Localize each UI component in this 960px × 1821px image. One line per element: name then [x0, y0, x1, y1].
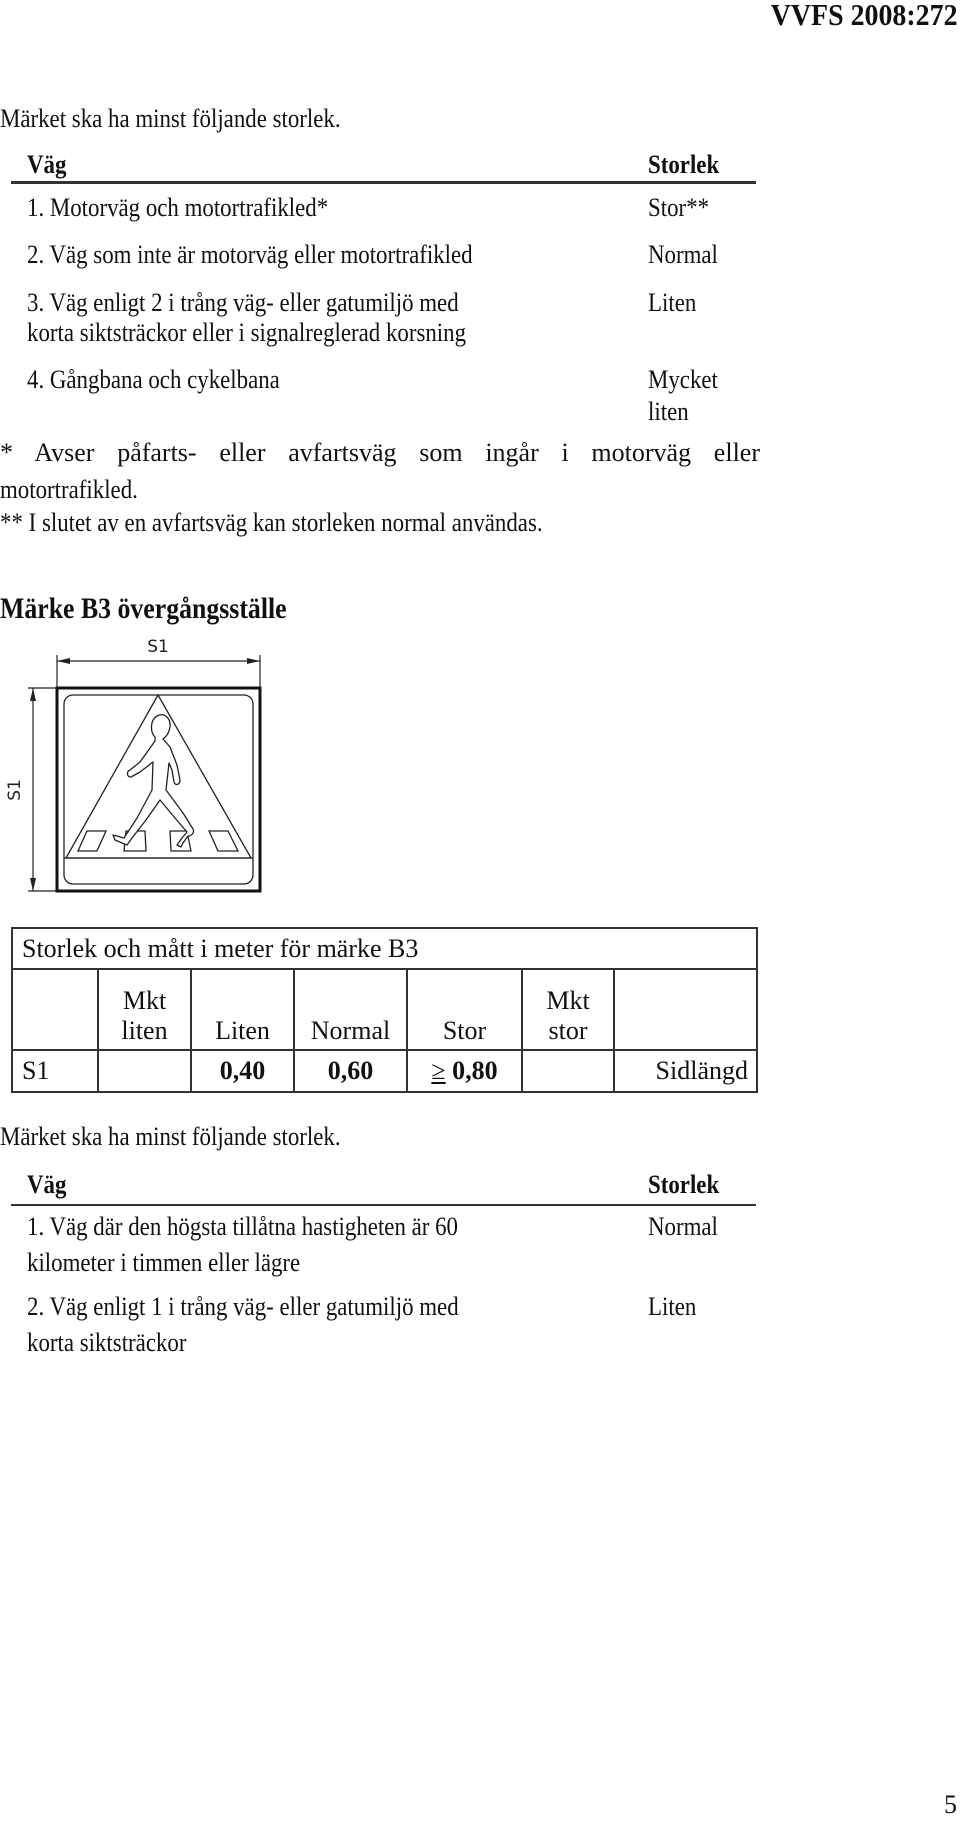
road-type: 2. Väg som inte är motorväg eller motort… — [27, 240, 473, 269]
value-note: Sidlängd — [613, 1049, 758, 1093]
road-type: 4. Gångbana och cykelbana — [27, 365, 280, 394]
road-type-line2: korta siktsträckor eller i signalreglera… — [27, 318, 467, 347]
document-id: VVFS 2008:272 — [771, 0, 958, 32]
arrow-left-icon — [57, 658, 70, 664]
value-mkt-liten — [97, 1049, 192, 1093]
footnote-1-line1: * Avser påfarts- eller avfartsväg som in… — [0, 438, 760, 467]
value-normal: 0,60 — [293, 1049, 408, 1093]
column-header-note — [613, 968, 758, 1051]
size-intro-text-2: Märket ska ha minst följande storlek. — [0, 1122, 341, 1151]
road-type: 1. Motorväg och motortrafikled* — [27, 193, 329, 222]
arrow-right-icon — [247, 658, 260, 664]
column-header-size-2: Storlek — [648, 1170, 720, 1199]
footnote-1-line2: motortrafikled. — [0, 475, 138, 504]
column-header-road: Väg — [27, 150, 67, 179]
page-number: 5 — [944, 1790, 957, 1819]
column-header-empty — [11, 968, 99, 1051]
arrow-down-icon — [30, 878, 36, 891]
sign-size: Liten — [648, 1292, 697, 1321]
value-liten: 0,40 — [190, 1049, 295, 1093]
sign-size-line1: Mycket — [648, 365, 718, 394]
column-header-mkt-liten: Mkt liten — [97, 968, 192, 1051]
footnote-2: ** I slutet av en avfartsväg kan storlek… — [0, 508, 543, 537]
arrow-up-icon — [30, 688, 36, 701]
dimension-label-s1: S1 — [147, 637, 169, 657]
column-header-size: Storlek — [648, 150, 720, 179]
dimension-label: S1 — [11, 1049, 99, 1093]
sign-size: Normal — [648, 240, 718, 269]
value-stor: ≥ 0,80 — [406, 1049, 523, 1093]
table-row: S1 0,40 0,60 ≥ 0,80 Sidlängd — [11, 1049, 758, 1093]
road-type-line1: 2. Väg enligt 1 i trång väg- eller gatum… — [27, 1292, 459, 1321]
size-table-header-row: Mkt liten Liten Normal Stor Mkt stor — [11, 968, 758, 1051]
column-header-normal: Normal — [293, 968, 408, 1051]
sign-size-table: Storlek och mått i meter för märke B3 Mk… — [11, 927, 758, 1093]
sign-size: Stor** — [648, 193, 710, 222]
greater-equal-symbol: ≥ — [431, 1056, 446, 1085]
column-header-mkt-stor: Mkt stor — [521, 968, 615, 1051]
column-header-stor: Stor — [406, 968, 523, 1051]
column-header-road-2: Väg — [27, 1170, 67, 1199]
road-type-line1: 1. Väg där den högsta tillåtna hastighet… — [27, 1212, 459, 1241]
sign-size: Normal — [648, 1212, 718, 1241]
dimension-label-s1-vertical: S1 — [5, 779, 25, 801]
size-intro-text: Märket ska ha minst följande storlek. — [0, 104, 341, 133]
vertical-dimension: S1 — [5, 687, 57, 892]
sign-size: Liten — [648, 288, 697, 317]
column-header-liten: Liten — [190, 968, 295, 1051]
value-mkt-stor — [521, 1049, 615, 1093]
pedestrian-crossing-sign-icon — [55, 686, 262, 893]
table-header-rule — [11, 181, 756, 184]
table-header-rule-2 — [11, 1204, 756, 1206]
horizontal-dimension: S1 — [56, 637, 261, 688]
size-table-title: Storlek och mått i meter för märke B3 — [11, 927, 758, 970]
road-type-line2: kilometer i timmen eller lägre — [27, 1248, 301, 1277]
sign-heading: Märke B3 övergångsställe — [0, 592, 287, 625]
sign-size-line2: liten — [648, 397, 689, 426]
road-type-line1: 3. Väg enligt 2 i trång väg- eller gatum… — [27, 288, 459, 317]
pedestrian-crossing-sign-drawing: S1 S1 — [5, 637, 262, 893]
road-type-line2: korta siktsträckor — [27, 1328, 187, 1357]
